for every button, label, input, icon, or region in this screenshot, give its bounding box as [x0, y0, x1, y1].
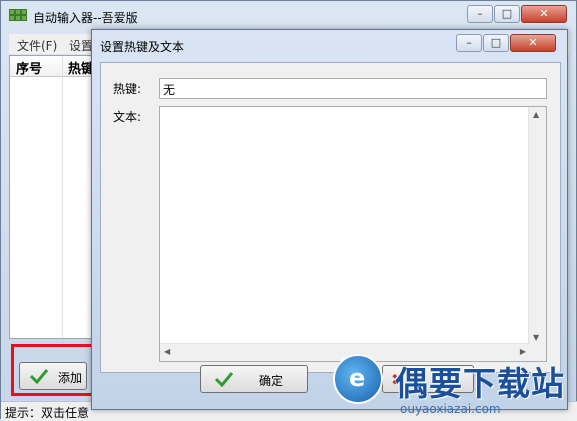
scroll-left-icon[interactable]: ◀ [164, 347, 170, 356]
main-window-title: 自动输入器--吾爱版 [33, 11, 138, 25]
watermark-url: ouyaoxiazai.com [400, 402, 501, 416]
column-divider [62, 56, 63, 338]
app-icon [9, 9, 27, 23]
dialog-maximize-button[interactable]: □ [483, 34, 509, 52]
ok-button-label: 确定 [259, 374, 284, 388]
scroll-up-icon[interactable]: ▲ [533, 110, 539, 119]
hotkey-dialog: 设置热键及文本 – □ ✕ 热键: 无 文本: ▲ ▼ ◀ ▶ 确定 ✖ [91, 29, 568, 410]
hotkey-list[interactable]: 序号 热键 [9, 55, 97, 339]
scroll-right-icon[interactable]: ▶ [520, 347, 526, 356]
list-header: 序号 热键 [10, 56, 96, 77]
status-text: 提示：双击任意 [5, 406, 90, 420]
dialog-minimize-button[interactable]: – [456, 34, 482, 52]
vertical-scrollbar[interactable]: ▲ ▼ [528, 107, 546, 345]
column-header-index[interactable]: 序号 [16, 58, 42, 77]
hotkey-input[interactable]: 无 [159, 78, 547, 99]
scroll-down-icon[interactable]: ▼ [533, 333, 539, 342]
menu-file[interactable]: 文件(F) [17, 37, 57, 54]
dialog-close-button[interactable]: ✕ [510, 34, 556, 52]
dialog-body: 热键: 无 文本: ▲ ▼ ◀ ▶ [100, 62, 561, 373]
text-input[interactable]: ▲ ▼ ◀ ▶ [159, 106, 547, 362]
minimize-button[interactable]: – [467, 5, 493, 23]
ok-button[interactable]: 确定 [200, 365, 308, 393]
menu-settings[interactable]: 设置 [69, 37, 93, 54]
dialog-title: 设置热键及文本 [100, 40, 185, 54]
main-title-bar[interactable]: 自动输入器--吾爱版 – □ ✕ [1, 1, 576, 31]
check-icon [215, 372, 233, 387]
close-button[interactable]: ✕ [521, 5, 567, 23]
watermark-text: 偶要下载站 [395, 364, 565, 403]
text-label: 文本: [113, 110, 142, 124]
hotkey-label: 热键: [113, 82, 142, 96]
watermark-logo: e [333, 354, 383, 404]
maximize-button[interactable]: □ [494, 5, 520, 23]
